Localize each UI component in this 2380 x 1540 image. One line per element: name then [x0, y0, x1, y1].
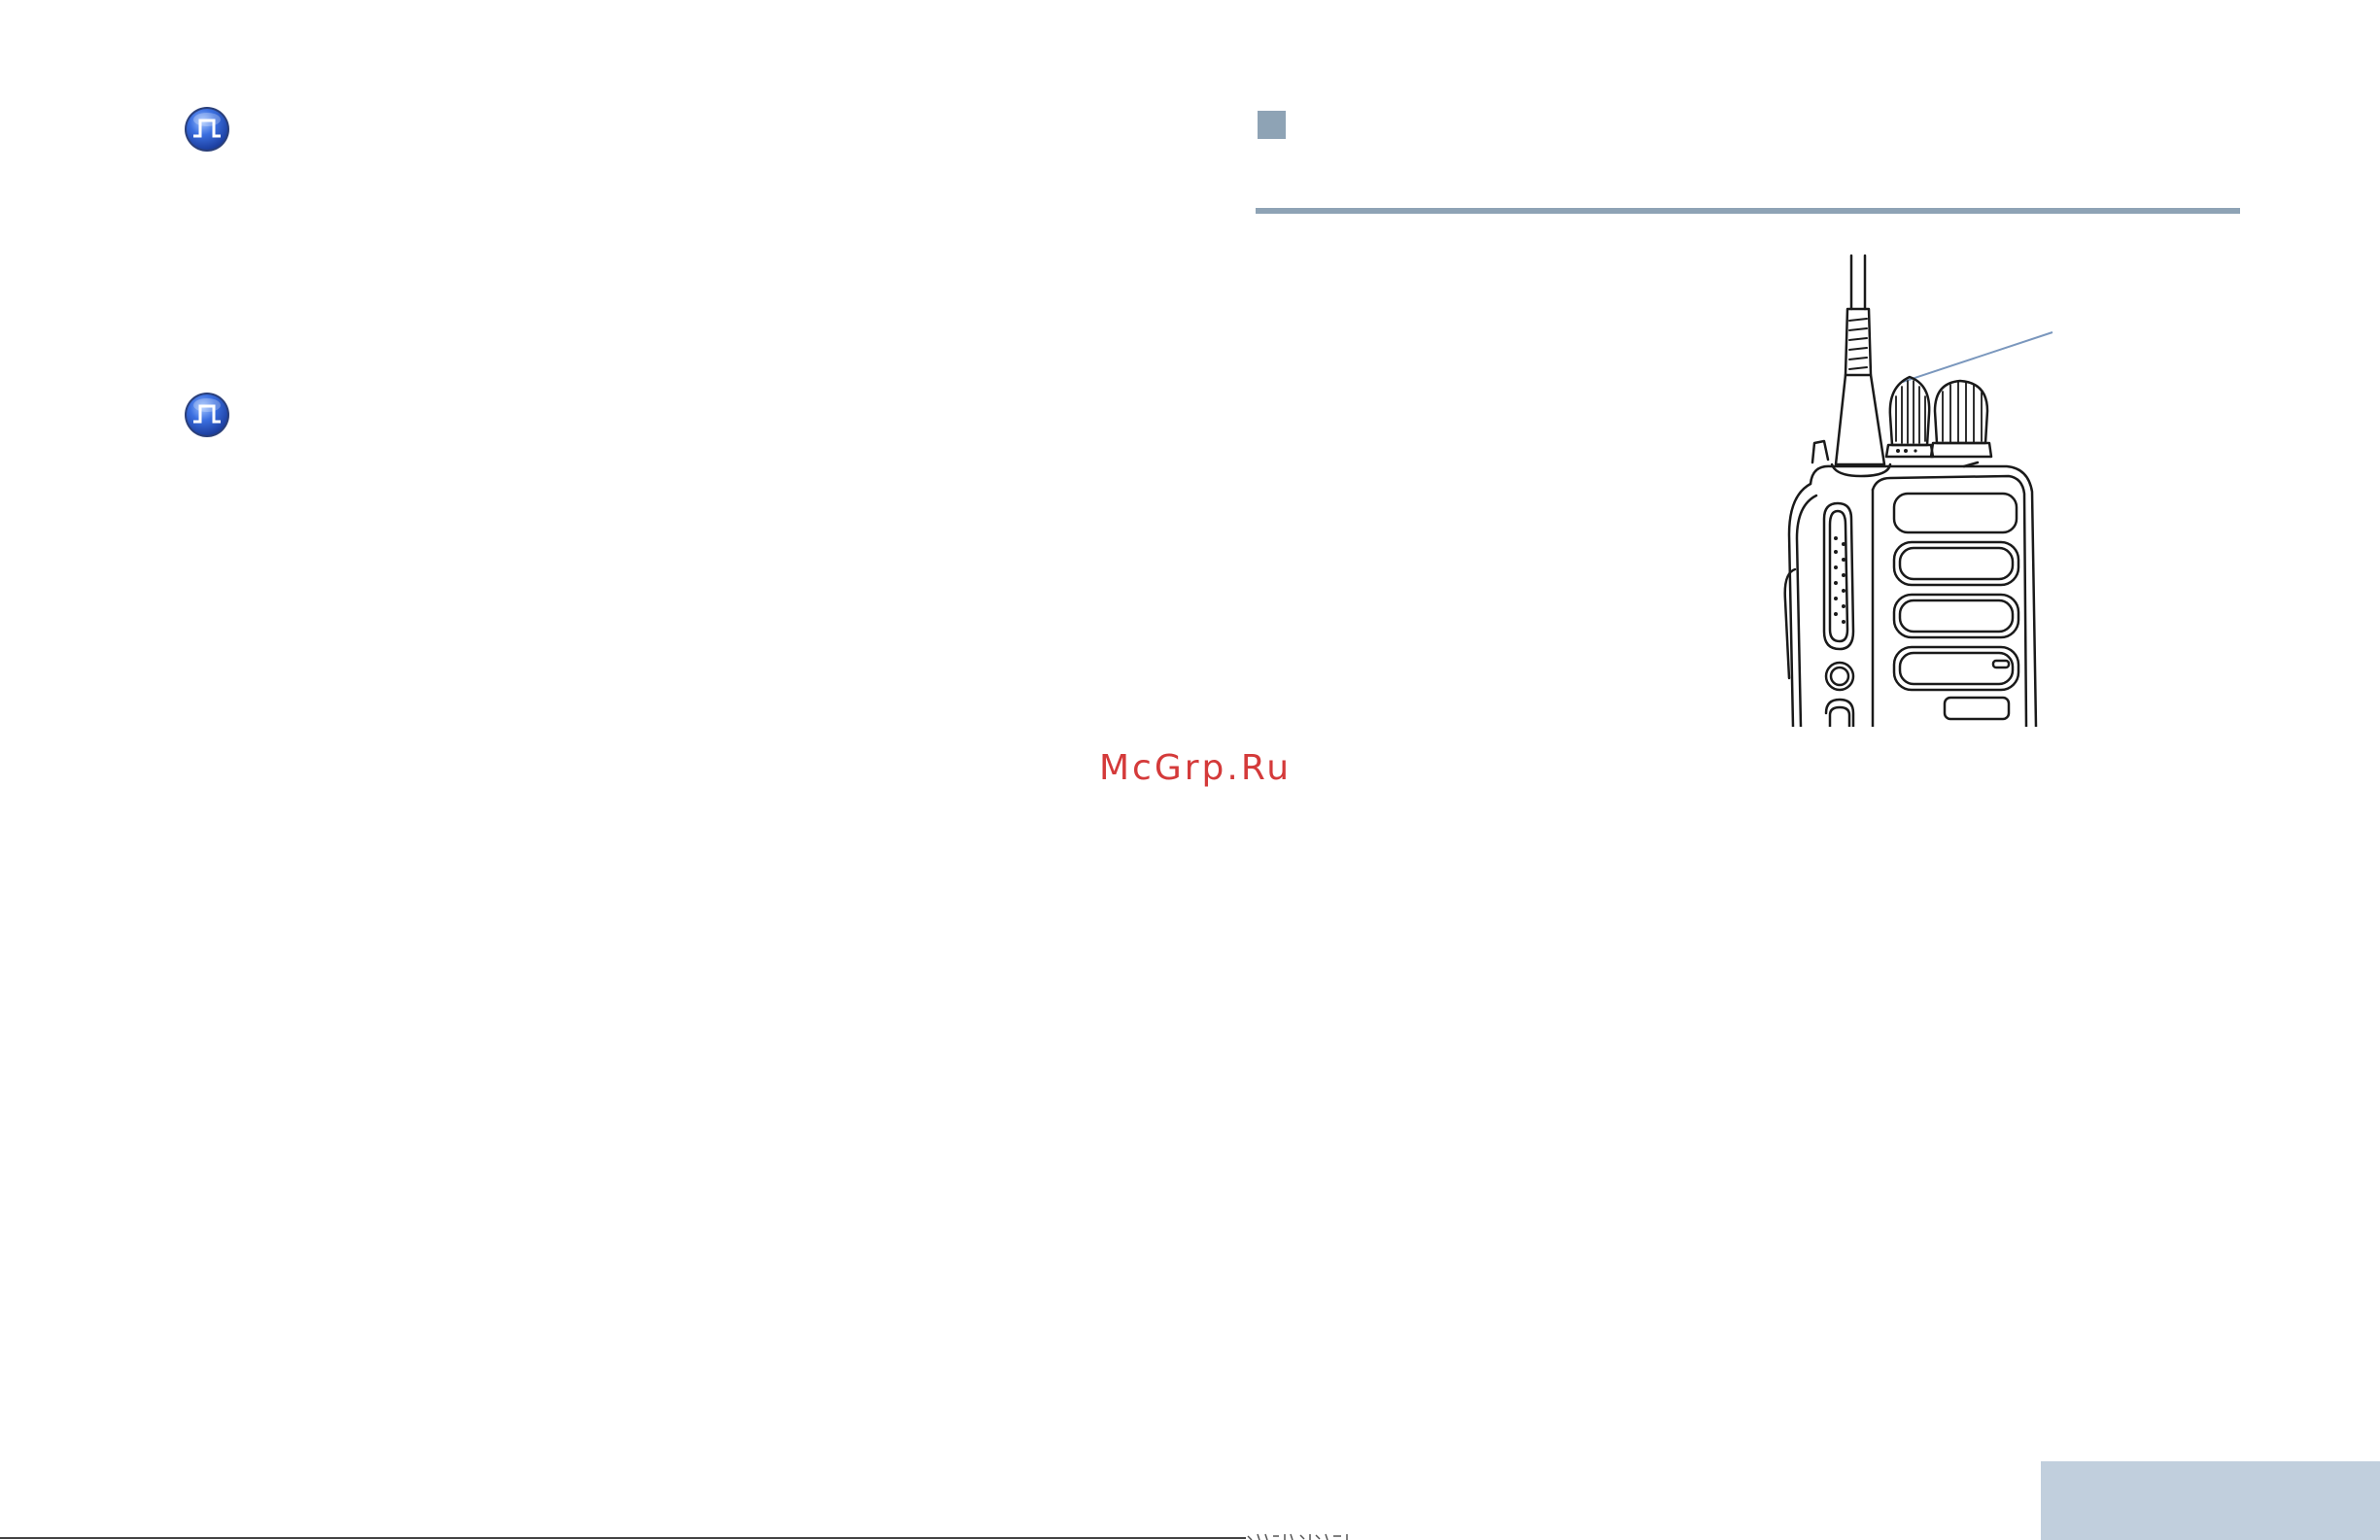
section-heading-marker — [1258, 111, 1286, 139]
footer-rule — [0, 1537, 1246, 1539]
digital-mode-icon — [183, 391, 231, 439]
watermark: McGrp.Ru — [1098, 748, 1293, 788]
section-divider — [1256, 208, 2240, 214]
digital-mode-icon — [183, 105, 231, 154]
page-tab — [2041, 1461, 2380, 1540]
footer-crop-marks — [1247, 1533, 1348, 1540]
radio-illustration — [1783, 254, 2038, 727]
